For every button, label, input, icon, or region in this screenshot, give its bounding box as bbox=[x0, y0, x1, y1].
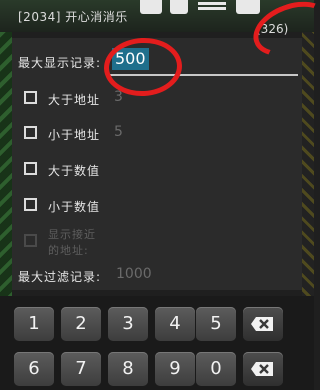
key-9[interactable]: 9 bbox=[155, 352, 195, 386]
key-5[interactable]: 5 bbox=[196, 307, 236, 341]
option-label-greater-value: 大于数值 bbox=[48, 164, 101, 178]
checkbox-greater-value[interactable] bbox=[24, 162, 37, 175]
top-toolbar-icon[interactable] bbox=[140, 0, 162, 14]
backspace-key[interactable] bbox=[243, 307, 283, 341]
key-4[interactable]: 4 bbox=[155, 307, 195, 341]
checkbox-nearby-address[interactable] bbox=[24, 234, 37, 247]
key-8[interactable]: 8 bbox=[108, 352, 148, 386]
key-1[interactable]: 1 bbox=[14, 307, 54, 341]
max-filter-value[interactable]: 1000 bbox=[116, 266, 152, 282]
option-label-greater-address: 大于地址 bbox=[48, 93, 101, 107]
backspace-icon bbox=[251, 362, 273, 376]
option-label-less-value: 小于数值 bbox=[48, 200, 101, 214]
key-6[interactable]: 6 bbox=[14, 352, 54, 386]
lock-icon[interactable] bbox=[170, 0, 188, 14]
clear-key[interactable] bbox=[243, 352, 283, 386]
nearby-label-line2: 的地址: bbox=[48, 244, 89, 257]
checkbox-greater-address[interactable] bbox=[24, 91, 37, 104]
key-0[interactable]: 0 bbox=[196, 352, 236, 386]
option-label-less-address: 小于地址 bbox=[48, 128, 101, 142]
key-7[interactable]: 7 bbox=[61, 352, 101, 386]
max-filter-label: 最大过滤记录: bbox=[18, 270, 102, 284]
nearby-label-line1: 显示接近 bbox=[48, 228, 96, 241]
list-icon[interactable] bbox=[198, 2, 226, 14]
checkbox-less-value[interactable] bbox=[24, 198, 37, 211]
key-2[interactable]: 2 bbox=[61, 307, 101, 341]
checkbox-less-address[interactable] bbox=[24, 126, 37, 139]
less-address-value[interactable]: 5 bbox=[114, 124, 123, 140]
process-title: [2034] 开心消消乐 bbox=[18, 10, 128, 24]
key-3[interactable]: 3 bbox=[108, 307, 148, 341]
backspace-icon bbox=[251, 317, 273, 331]
android-icon[interactable] bbox=[236, 0, 260, 14]
max-display-label: 最大显示记录: bbox=[18, 56, 102, 70]
